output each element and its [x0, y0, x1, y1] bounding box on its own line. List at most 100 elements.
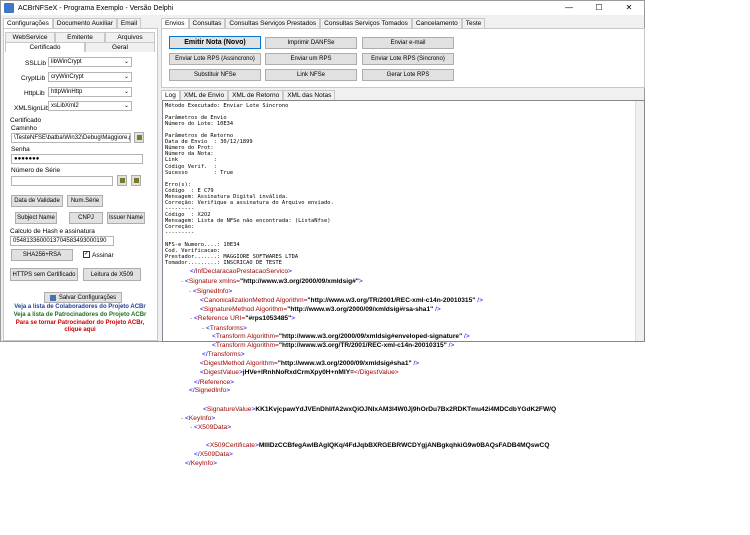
enviar-lote-assincrono-button[interactable]: Enviar Lote RPS (Assincrono): [169, 53, 261, 65]
maximize-button[interactable]: ☐: [584, 1, 614, 15]
xml-line: </Transforms>: [202, 351, 245, 358]
tab-consultas-prestados[interactable]: Consultas Serviços Prestados: [225, 18, 321, 28]
xml-tag-name: InfDeclaracaoPrestacaoServico: [195, 268, 289, 275]
subject-name-button[interactable]: Subject Name: [15, 212, 57, 224]
link-nfse-button[interactable]: Link NFSe: [265, 69, 357, 81]
chevron-down-icon: ⌄: [123, 89, 129, 95]
cnpj-button[interactable]: CNPJ: [69, 212, 103, 224]
substituir-nfse-button[interactable]: Substituir NFSe: [169, 69, 261, 81]
tab-arquivos[interactable]: Arquivos: [105, 32, 155, 42]
certificate-icon: [134, 178, 139, 183]
tab-xml-notas[interactable]: XML das Notas: [283, 90, 336, 100]
main-window: ACBrNFSeX - Programa Exemplo - Versão De…: [0, 0, 645, 342]
httplib-select[interactable]: httpWinHttp ⌄: [48, 87, 132, 97]
log-line: Sucesso : True: [165, 169, 234, 176]
tab-webservice[interactable]: WebService: [5, 32, 55, 42]
xml-attr-name: Algorithm=: [245, 333, 279, 340]
xml-line: <Transform Algorithm="http://www.w3.org/…: [212, 333, 470, 340]
log-line: ---------: [165, 230, 195, 237]
tab-geral[interactable]: Geral: [85, 42, 155, 52]
xml-bracket: />: [475, 297, 483, 304]
tab-documento-auxiliar[interactable]: Documento Auxiliar: [52, 18, 117, 28]
tab-consultas-tomados[interactable]: Consultas Serviços Tomados: [320, 18, 412, 28]
xml-bracket: />: [462, 333, 470, 340]
gerar-lote-rps-button[interactable]: Gerar Lote RPS: [362, 69, 454, 81]
colaboradores-link[interactable]: Veja a lista de Colaboradores do Projeto…: [5, 304, 155, 310]
xml-line: </X509Data>: [194, 451, 233, 458]
xml-tag-name: X509Data: [199, 451, 230, 458]
xml-attr-value: "http://www.w3.org/2000/09/xmldsig#envel…: [278, 333, 463, 340]
xml-close-tag: </DigestValue>: [354, 369, 399, 376]
close-button[interactable]: ✕: [614, 1, 644, 15]
xml-bracket: >: [229, 451, 233, 458]
assinar-checkbox[interactable]: ✓: [83, 251, 90, 258]
select-cert-button[interactable]: [117, 175, 127, 186]
tab-consultas[interactable]: Consultas: [188, 18, 226, 28]
clique-aqui-link[interactable]: clique aqui: [5, 327, 155, 333]
httplib-label: HttpLib: [24, 90, 45, 97]
xmlsignlib-select[interactable]: xsLibXml2 ⌄: [48, 101, 132, 111]
tab-emitente[interactable]: Emitente: [55, 32, 105, 42]
xml-text-value: KK1KvjcpawYdJVEnDhI/fA2wxQiOJNlxAM3l4W0J…: [255, 406, 557, 413]
cryptlib-value: cryWinCrypt: [51, 74, 84, 80]
xml-attr-value: "#rps1053485": [245, 315, 292, 322]
enviar-email-button[interactable]: Enviar e-mail: [362, 37, 454, 49]
xml-attr-name: Algorithm=: [244, 360, 278, 367]
xml-text-value: jHVe+lRnhNoRxdCrmXpy0H+nMIY=: [242, 369, 355, 376]
tab-envios[interactable]: Envios: [161, 18, 189, 28]
num-serie-button[interactable]: Num.Série: [67, 195, 103, 207]
https-sem-certificado-button[interactable]: HTTPS sem Certificado: [10, 268, 78, 281]
xml-line: - <X509Data>: [190, 424, 231, 431]
xml-attr-value: "http://www.w3.org/2000/09/xmldsig#rsa-s…: [287, 306, 434, 313]
xml-line: </KeyInfo>: [185, 460, 217, 467]
caminho-label: Caminho: [11, 125, 38, 132]
xml-line: <SignatureMethod Algorithm="http://www.w…: [200, 306, 441, 313]
xml-tag-name: Transforms: [207, 351, 241, 358]
sha256-rsa-button[interactable]: SHA256+RSA: [11, 249, 73, 261]
app-icon: [4, 3, 14, 13]
xml-bracket: >: [243, 325, 247, 332]
tab-email[interactable]: Email: [116, 18, 142, 28]
tab-xml-envio[interactable]: XML de Envio: [179, 90, 229, 100]
xml-line: - <SignedInfo>: [189, 288, 232, 295]
issuer-name-button[interactable]: Issuer Name: [107, 212, 145, 224]
folder-icon: [137, 135, 142, 140]
caminho-input[interactable]: \TesteNFSE\batba\Win32\Debug\Maggiore.pf…: [11, 133, 131, 143]
enviar-lote-sincrono-button[interactable]: Enviar Lote RPS (Sincrono): [362, 53, 454, 65]
ssllib-select[interactable]: libWinCrypt ⌄: [48, 57, 132, 67]
log-line: Tomador.........: INSCRICAO DE TESTE: [165, 260, 282, 267]
log-scrollbar[interactable]: [635, 101, 644, 341]
xml-attr-value: "http://www.w3.org/TR/2001/REC-xml-c14n-…: [278, 342, 447, 349]
patrocinadores-link[interactable]: Veja a lista de Patrocinadores do Projet…: [5, 312, 155, 318]
imprimir-danfse-button[interactable]: Imprimir DANFSe: [265, 37, 357, 49]
xml-line: <X509Certificate>MIIIDzCCBfegAwIBAgIQKq/…: [206, 442, 549, 449]
cryptlib-select[interactable]: cryWinCrypt ⌄: [48, 72, 132, 82]
xml-line: <Transform Algorithm="http://www.w3.org/…: [212, 342, 454, 349]
minimize-button[interactable]: —: [554, 1, 584, 15]
tab-cancelamento[interactable]: Cancelamento: [411, 18, 462, 28]
data-validade-button[interactable]: Data de Validade: [11, 195, 63, 207]
enviar-um-rps-button[interactable]: Enviar um RPS: [265, 53, 357, 65]
leitura-x509-button[interactable]: Leitura de X509: [83, 268, 141, 281]
numserie-input[interactable]: [11, 176, 113, 186]
xml-tag-name: CanonicalizationMethod: [203, 297, 275, 304]
numserie-label: Número de Série: [11, 167, 61, 174]
tab-configuracoes[interactable]: Configurações: [3, 18, 53, 28]
xml-bracket: >: [240, 351, 245, 358]
tab-xml-retorno[interactable]: XML de Retorno: [228, 90, 284, 100]
salvar-configuracoes-button[interactable]: Salvar Configurações: [44, 292, 122, 303]
senha-input[interactable]: ●●●●●●●: [11, 154, 143, 164]
tab-certificado[interactable]: Certificado: [5, 42, 85, 52]
left-tabbar: Configurações Documento Auxiliar Email: [3, 18, 142, 28]
xml-tag-name: Transform: [215, 342, 246, 349]
hash-input[interactable]: 0548133600013704583493000190: [10, 236, 114, 246]
salvar-label: Salvar Configurações: [58, 294, 117, 301]
emitir-nota-button[interactable]: Emitir Nota (Novo): [169, 36, 261, 49]
log-line: Método Executado: Enviar Lote Síncrono: [165, 103, 289, 109]
read-cert-button[interactable]: [131, 175, 141, 186]
tab-teste[interactable]: Teste: [461, 18, 486, 28]
tab-log[interactable]: Log: [161, 90, 180, 100]
xml-line: <CanonicalizationMethod Algorithm="http:…: [200, 297, 483, 304]
browse-file-button[interactable]: [134, 132, 144, 143]
patrocinador-link[interactable]: Para se tornar Patrocinador do Projeto A…: [5, 320, 155, 326]
